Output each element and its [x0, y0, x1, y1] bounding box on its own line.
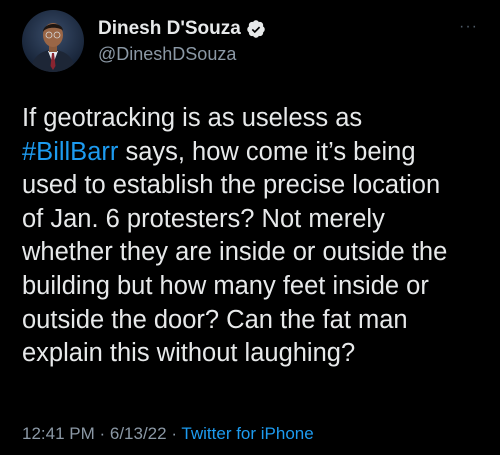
- avatar-image: [22, 10, 84, 72]
- tweet-line: used to establish the precise location: [22, 171, 441, 200]
- tweet-source-link[interactable]: Twitter for iPhone: [181, 424, 313, 443]
- author-display-name[interactable]: Dinesh D'Souza: [98, 17, 241, 41]
- name-row: Dinesh D'Souza: [98, 17, 266, 41]
- verified-badge-icon: [246, 19, 266, 39]
- author-names: Dinesh D'Souza @DineshDSouza: [98, 17, 266, 66]
- tweet-header: Dinesh D'Souza @DineshDSouza: [22, 10, 266, 72]
- hashtag-link[interactable]: #BillBarr: [22, 138, 118, 166]
- tweet-line: building but how many feet inside or: [22, 271, 429, 300]
- tweet-line: outside the door? Can the fat man: [22, 305, 408, 334]
- author-handle[interactable]: @DineshDSouza: [98, 42, 266, 66]
- tweet-card: Dinesh D'Souza @DineshDSouza ··· If geot…: [0, 0, 500, 455]
- author-avatar[interactable]: [22, 10, 84, 72]
- meta-separator: ·: [166, 424, 182, 443]
- tweet-time[interactable]: 12:41 PM: [22, 424, 95, 443]
- tweet-date[interactable]: 6/13/22: [110, 424, 167, 443]
- tweet-metadata: 12:41 PM · 6/13/22 · Twitter for iPhone: [22, 424, 314, 444]
- tweet-line: explain this without laughing?: [22, 339, 356, 368]
- meta-separator: ·: [94, 424, 110, 443]
- tweet-line: If geotracking is as useless as: [22, 104, 363, 132]
- tweet-line: says, how come it’s being: [118, 137, 416, 166]
- tweet-line: whether they are inside or outside the: [22, 238, 448, 267]
- tweet-text: If geotracking is as useless as #BillBar…: [22, 102, 492, 371]
- more-options-icon[interactable]: ···: [459, 18, 478, 36]
- tweet-line: of Jan. 6 protesters? Not merely: [22, 204, 385, 233]
